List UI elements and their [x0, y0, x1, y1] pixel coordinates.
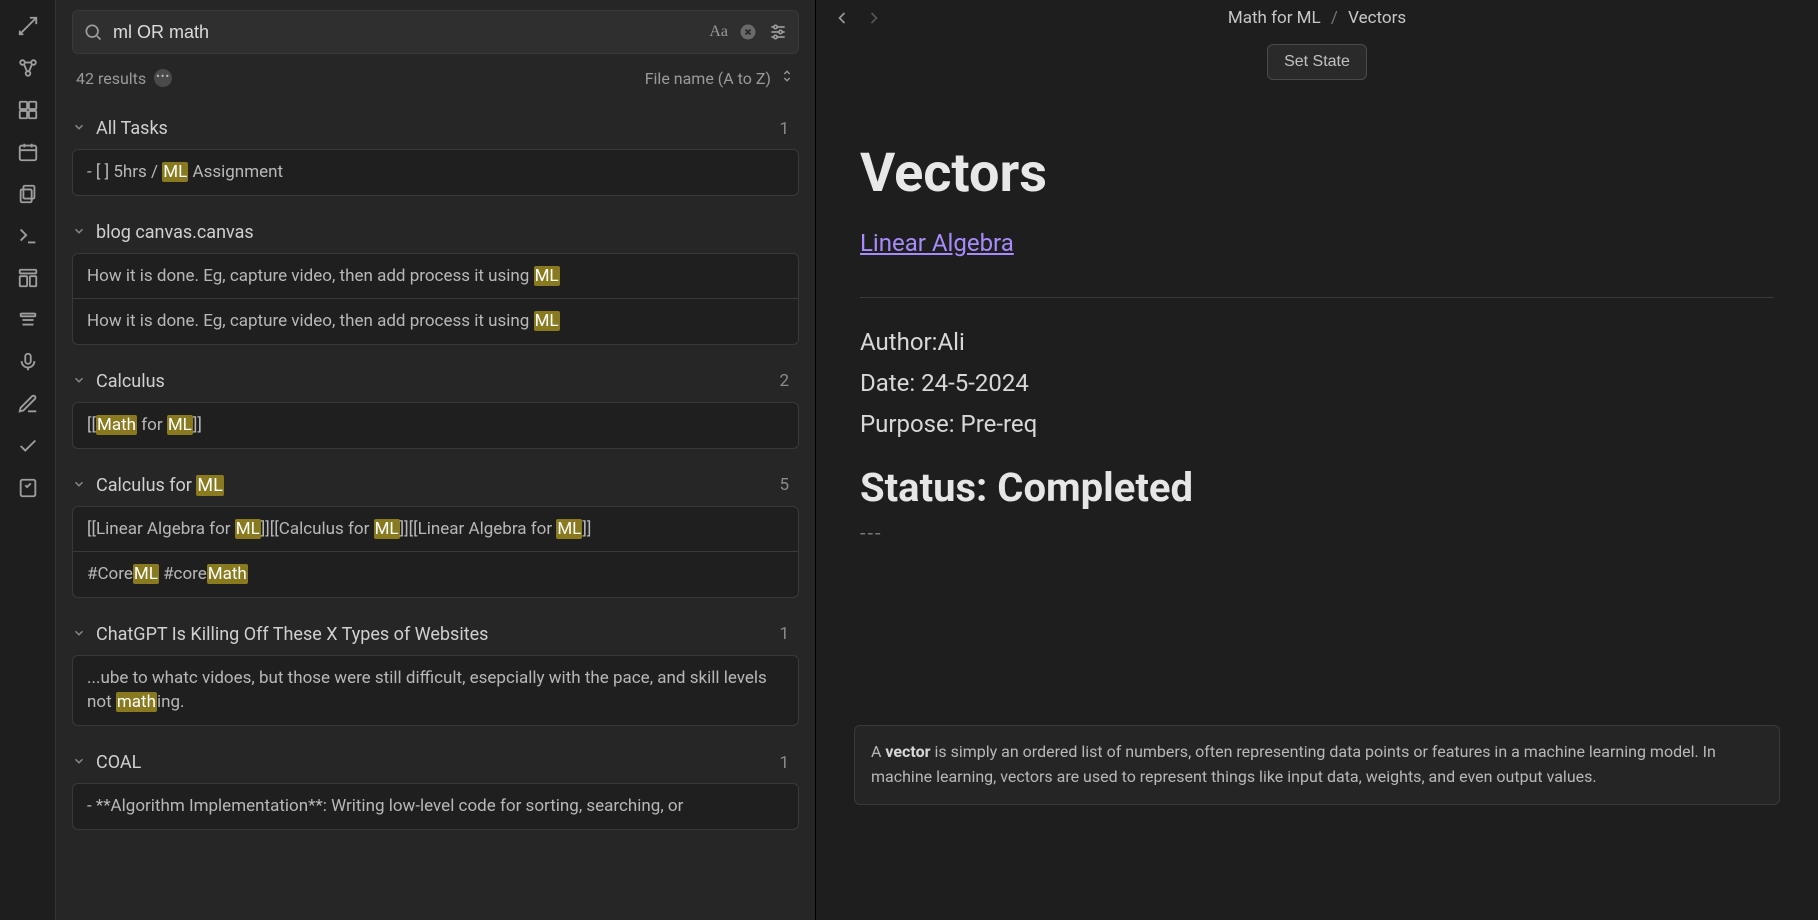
content-topbar: Math for ML / Vectors [816, 0, 1818, 36]
result-group-count: 5 [779, 475, 795, 495]
more-results-icon[interactable]: ••• [154, 69, 172, 87]
result-group-count: 1 [779, 753, 795, 773]
match-case-icon[interactable]: Aa [709, 23, 728, 41]
result-match-line[interactable]: - [ ] 5hrs / ML Assignment [73, 150, 798, 195]
search-bar: Aa [72, 10, 799, 54]
document-body: Vectors Linear Algebra Author:Ali Date: … [816, 92, 1818, 920]
result-group-title: All Tasks [96, 118, 168, 139]
app-root: Aa 42 results ••• File name (A to Z) All… [0, 0, 1818, 920]
result-group-title: blog canvas.canvas [96, 222, 254, 243]
result-match-line[interactable]: [[Linear Algebra for ML]][[Calculus for … [73, 507, 798, 552]
result-group-count: 2 [779, 371, 795, 391]
search-header: Aa 42 results ••• File name (A to Z) [56, 0, 815, 100]
breadcrumb-parent: Math for ML [1228, 8, 1321, 28]
result-match-line[interactable]: ...ube to whatc vidoes, but those were s… [73, 656, 798, 725]
search-input[interactable] [113, 22, 699, 43]
quick-switcher-icon[interactable] [16, 14, 40, 38]
content-pane: Math for ML / Vectors Set State Vectors … [816, 0, 1818, 920]
set-state-row: Set State [816, 36, 1818, 92]
sort-arrows-icon [779, 68, 795, 88]
chevron-down-icon [72, 475, 86, 496]
nav-back-button[interactable] [832, 8, 852, 28]
search-settings-icon[interactable] [768, 22, 788, 42]
templates-icon[interactable] [16, 266, 40, 290]
result-match-line[interactable]: [[Math for ML]] [73, 403, 798, 448]
sort-label: File name (A to Z) [645, 69, 771, 88]
result-match-box: ...ube to whatc vidoes, but those were s… [72, 655, 799, 726]
definition-callout: A vector is simply an ordered list of nu… [854, 725, 1780, 805]
dashes: --- [860, 521, 1774, 545]
check-icon[interactable] [16, 434, 40, 458]
chevron-down-icon [72, 624, 86, 645]
search-icon [83, 22, 103, 42]
result-match-box: - [ ] 5hrs / ML Assignment [72, 149, 799, 196]
result-match-line[interactable]: - **Algorithm Implementation**: Writing … [73, 784, 798, 829]
result-count: 42 results [76, 69, 146, 88]
chevron-down-icon [72, 752, 86, 773]
breadcrumb-sep: / [1331, 8, 1338, 28]
callout-bold: vector [885, 742, 930, 761]
canvas-icon[interactable] [16, 98, 40, 122]
result-match-line[interactable]: How it is done. Eg, capture video, then … [73, 254, 798, 299]
sort-control[interactable]: File name (A to Z) [645, 68, 795, 88]
result-match-line[interactable]: #CoreML #coreMath [73, 551, 798, 597]
purpose-line: Purpose: Pre-req [860, 404, 1774, 445]
result-group-title: ChatGPT Is Killing Off These X Types of … [96, 624, 488, 645]
mic-icon[interactable] [16, 350, 40, 374]
result-group-title: Calculus for ML [96, 475, 224, 496]
files-icon[interactable] [16, 182, 40, 206]
callout-rest: is simply an ordered list of numbers, of… [871, 742, 1716, 786]
result-group-header[interactable]: COAL 1 [72, 734, 799, 783]
format-icon[interactable] [16, 308, 40, 332]
new-note-icon[interactable] [16, 392, 40, 416]
breadcrumb-current: Vectors [1348, 8, 1406, 28]
status-heading: Status: Completed [860, 464, 1774, 511]
callout-lead: A [871, 742, 885, 761]
nav-forward-button[interactable] [864, 8, 884, 28]
linear-algebra-link[interactable]: Linear Algebra [860, 229, 1014, 257]
result-match-line[interactable]: How it is done. Eg, capture video, then … [73, 298, 798, 344]
date-line: Date: 24-5-2024 [860, 363, 1774, 404]
page-title: Vectors [860, 142, 1774, 205]
result-group-count: 1 [779, 624, 795, 644]
calendar-icon[interactable] [16, 140, 40, 164]
chevron-down-icon [72, 371, 86, 392]
search-results: All Tasks 1 - [ ] 5hrs / ML Assignment blog… [56, 100, 815, 920]
search-meta: 42 results ••• File name (A to Z) [72, 54, 799, 100]
result-match-box: [[Math for ML]] [72, 402, 799, 449]
result-group-count: 1 [779, 119, 795, 139]
result-group-title: COAL [96, 752, 141, 773]
search-pane: Aa 42 results ••• File name (A to Z) All… [56, 0, 816, 920]
breadcrumb[interactable]: Math for ML / Vectors [896, 8, 1738, 28]
result-match-box: - **Algorithm Implementation**: Writing … [72, 783, 799, 830]
command-icon[interactable] [16, 224, 40, 248]
author-line: Author:Ali [860, 322, 1774, 363]
result-group-title: Calculus [96, 371, 165, 392]
result-match-box: How it is done. Eg, capture video, then … [72, 253, 799, 345]
result-group-header[interactable]: blog canvas.canvas [72, 204, 799, 253]
chevron-down-icon [72, 222, 86, 243]
clear-search-icon[interactable] [738, 22, 758, 42]
chevron-down-icon [72, 118, 86, 139]
result-group-header[interactable]: ChatGPT Is Killing Off These X Types of … [72, 606, 799, 655]
divider [860, 297, 1774, 298]
result-group-header[interactable]: Calculus for ML 5 [72, 457, 799, 506]
ribbon [0, 0, 56, 920]
result-group-header[interactable]: All Tasks 1 [72, 100, 799, 149]
set-state-button[interactable]: Set State [1267, 44, 1367, 80]
bookmark-icon[interactable] [16, 476, 40, 500]
graph-icon[interactable] [16, 56, 40, 80]
result-match-box: [[Linear Algebra for ML]][[Calculus for … [72, 506, 799, 598]
result-group-header[interactable]: Calculus 2 [72, 353, 799, 402]
